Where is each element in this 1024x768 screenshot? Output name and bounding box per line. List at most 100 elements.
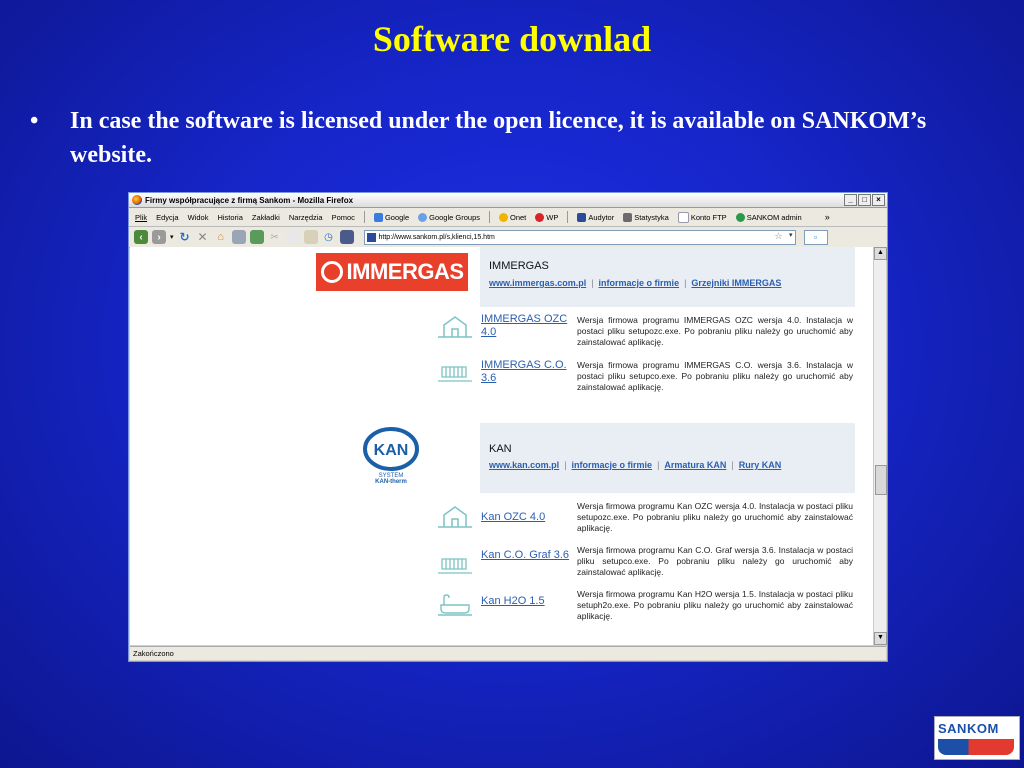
url-bar[interactable]: http://www.sankom.pl/s,klienci,15.htm ☆ … — [363, 229, 796, 245]
menu-bookmarks[interactable]: Zakładki — [252, 213, 280, 222]
product-link[interactable]: IMMERGAS C.O. 3.6 — [481, 359, 571, 385]
scrollbar-thumb[interactable] — [875, 465, 887, 495]
history-icon[interactable]: ◷ — [322, 230, 336, 244]
brand-product-link[interactable]: Armatura KAN — [664, 460, 726, 470]
print-icon[interactable] — [231, 230, 246, 244]
product-link[interactable]: Kan H2O 1.5 — [481, 595, 571, 608]
link-separator: | — [684, 278, 687, 288]
home-button[interactable]: ⌂ — [214, 230, 228, 244]
star-icon[interactable]: ☆ — [774, 231, 782, 242]
product-description: Wersja firmowa programu Kan OZC wersja 4… — [577, 501, 853, 533]
vertical-scrollbar[interactable]: ▲ ▼ — [873, 247, 887, 645]
brand-product-link[interactable]: Grzejniki IMMERGAS — [691, 278, 781, 288]
bookmark-google-groups[interactable]: Google Groups — [418, 212, 480, 222]
brand-links: www.kan.com.pl | informacje o firmie | Armat… — [489, 460, 781, 470]
copy-icon[interactable] — [285, 230, 300, 244]
brand-info-link[interactable]: informacje o firmie — [572, 460, 653, 470]
reload-button[interactable]: ↻ — [178, 230, 192, 244]
brand-info-link[interactable]: informacje o firmie — [599, 278, 680, 288]
bookmark-konto-ftp[interactable]: Konto FTP — [677, 211, 727, 223]
bookmark-google[interactable]: Google — [373, 212, 410, 222]
bookmarks-overflow-button[interactable]: » — [825, 212, 830, 222]
immergas-logo[interactable]: IMMERGAS — [316, 253, 468, 291]
bookmark-page-icon[interactable] — [339, 230, 354, 244]
url-text: http://www.sankom.pl/s,klienci,15.htm — [378, 233, 495, 241]
radiator-icon — [438, 558, 472, 574]
kan-logo-product: KAN-therm — [375, 479, 407, 485]
product-description: Wersja firmowa programu Kan C.O. Graf we… — [577, 545, 853, 577]
toolbar-separator — [363, 211, 365, 223]
link-separator: | — [564, 460, 567, 470]
house-icon — [438, 316, 472, 338]
product-link[interactable]: Kan C.O. Graf 3.6 — [481, 549, 571, 562]
menu-history[interactable]: Historia — [217, 213, 242, 222]
immergas-logo-text: IMMERGAS — [346, 259, 465, 284]
immergas-brand-box: IMMERGAS www.immergas.com.pl | informacje … — [480, 247, 855, 307]
immergas-ring-icon — [320, 261, 343, 283]
product-description: Wersja firmowa programu IMMERGAS C.O. we… — [577, 360, 853, 392]
sankom-icon — [735, 212, 745, 222]
browser-window: Firmy współpracujące z firmą Sankom - Mo… — [128, 192, 888, 662]
bathtub-icon — [438, 594, 472, 616]
stop-button[interactable]: ✕ — [196, 230, 210, 244]
kan-logo-text: KAN — [374, 442, 409, 459]
bookmark-wp[interactable]: WP — [535, 212, 559, 222]
link-separator: | — [731, 460, 734, 470]
search-engine-button[interactable]: ▫ — [803, 229, 828, 245]
bookmark-label: Audytor — [588, 212, 615, 222]
maximize-button[interactable]: □ — [858, 194, 871, 206]
scroll-up-arrow-icon[interactable]: ▲ — [874, 247, 887, 260]
brand-product-link[interactable]: Rury KAN — [739, 460, 782, 470]
save-icon[interactable] — [249, 230, 264, 244]
brand-links: www.immergas.com.pl | informacje o firmie |… — [489, 278, 781, 288]
brand-website-link[interactable]: www.kan.com.pl — [489, 460, 559, 470]
menu-help[interactable]: Pomoc — [332, 213, 355, 222]
kan-logo[interactable]: KAN SYSTEM KAN-therm — [360, 425, 422, 495]
menu-tools[interactable]: Narzędzia — [289, 213, 323, 222]
brand-website-link[interactable]: www.immergas.com.pl — [489, 278, 586, 288]
window-title: Firmy współpracujące z firmą Sankom - Mo… — [145, 195, 354, 205]
house-icon — [438, 506, 472, 528]
window-titlebar[interactable]: Firmy współpracujące z firmą Sankom - Mo… — [129, 193, 887, 208]
sankom-logo-text: SANKOM — [938, 721, 999, 736]
bullet-marker: • — [30, 108, 39, 134]
menu-bar: Plik Edycja Widok Historia Zakładki Narz… — [129, 208, 887, 227]
url-dropdown-icon[interactable]: ▾ — [789, 231, 793, 239]
brand-name: KAN — [489, 443, 512, 455]
bookmark-label: Google Groups — [429, 212, 480, 222]
google-icon — [373, 212, 383, 222]
sankom-logo: SANKOM — [934, 716, 1020, 760]
bookmark-statystyka[interactable]: Statystyka — [623, 212, 669, 222]
sankom-logo-wave — [938, 739, 1014, 755]
bookmark-sankom-admin[interactable]: SANKOM admin — [735, 212, 802, 222]
back-button[interactable]: ‹ — [134, 230, 148, 244]
history-dropdown-icon[interactable]: ▾ — [170, 233, 174, 241]
product-link[interactable]: IMMERGAS OZC 4.0 — [481, 313, 571, 339]
minimize-button[interactable]: _ — [844, 194, 857, 206]
site-favicon — [366, 232, 376, 242]
groups-icon — [418, 212, 428, 222]
cut-icon[interactable]: ✂ — [268, 230, 282, 244]
kan-brand-box: KAN www.kan.com.pl | informacje o firmie | A… — [480, 423, 855, 493]
toolbar-separator — [489, 211, 490, 223]
product-link[interactable]: Kan OZC 4.0 — [481, 511, 571, 524]
brand-name: IMMERGAS — [489, 260, 549, 272]
toolbar-separator — [567, 211, 569, 223]
paste-icon[interactable] — [303, 230, 318, 244]
bookmark-label: Google — [384, 212, 410, 222]
menu-edit[interactable]: Edycja — [156, 213, 179, 222]
forward-button[interactable]: › — [152, 230, 166, 244]
page-icon — [677, 211, 689, 223]
status-bar: Zakończono — [130, 646, 886, 660]
menu-file[interactable]: Plik — [135, 213, 147, 222]
close-button[interactable]: × — [872, 194, 885, 206]
wp-icon — [535, 212, 545, 222]
scroll-down-arrow-icon[interactable]: ▼ — [874, 632, 887, 645]
stats-icon — [623, 212, 633, 222]
firefox-icon — [132, 195, 142, 205]
menu-view[interactable]: Widok — [188, 213, 209, 222]
bookmark-label: SANKOM admin — [746, 212, 802, 222]
bookmark-onet[interactable]: Onet — [499, 212, 526, 222]
bookmark-audytor[interactable]: Audytor — [577, 212, 615, 222]
bookmark-label: WP — [546, 212, 559, 222]
